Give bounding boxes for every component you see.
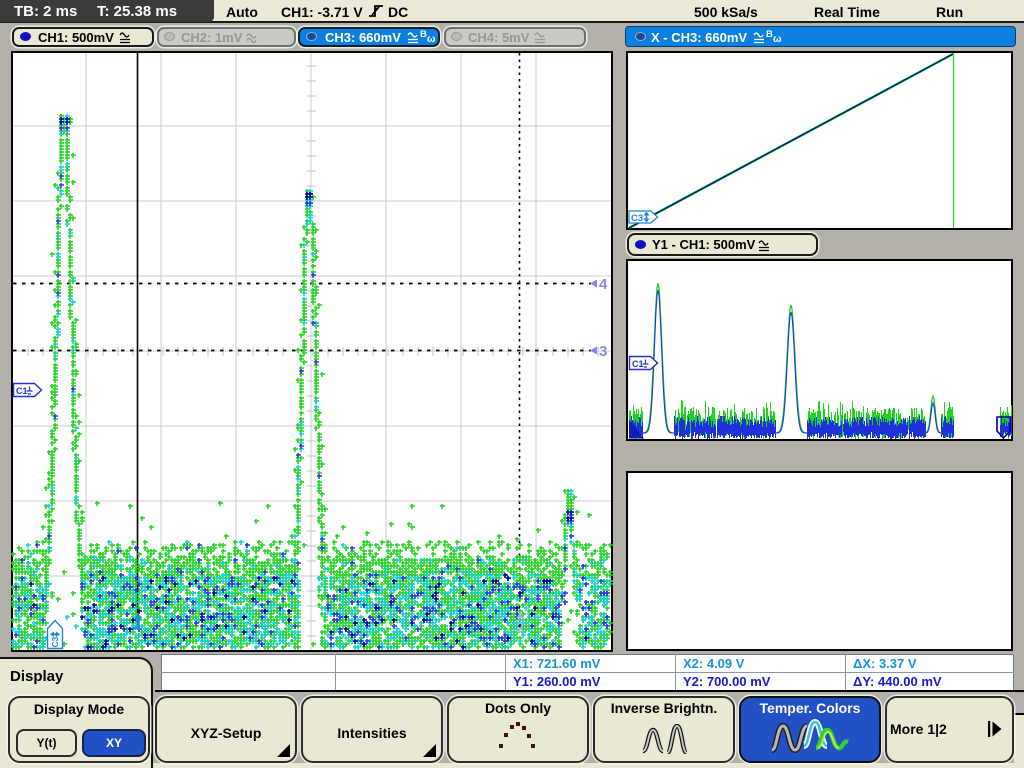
svg-text:C3: C3 (631, 213, 643, 224)
svg-text:C1: C1 (16, 386, 28, 396)
svg-text:2: 2 (516, 619, 524, 635)
svg-text:C1: C1 (632, 359, 644, 369)
svg-text:4: 4 (599, 276, 608, 293)
svg-text:C3: C3 (50, 636, 60, 647)
svg-text:3: 3 (599, 343, 607, 360)
